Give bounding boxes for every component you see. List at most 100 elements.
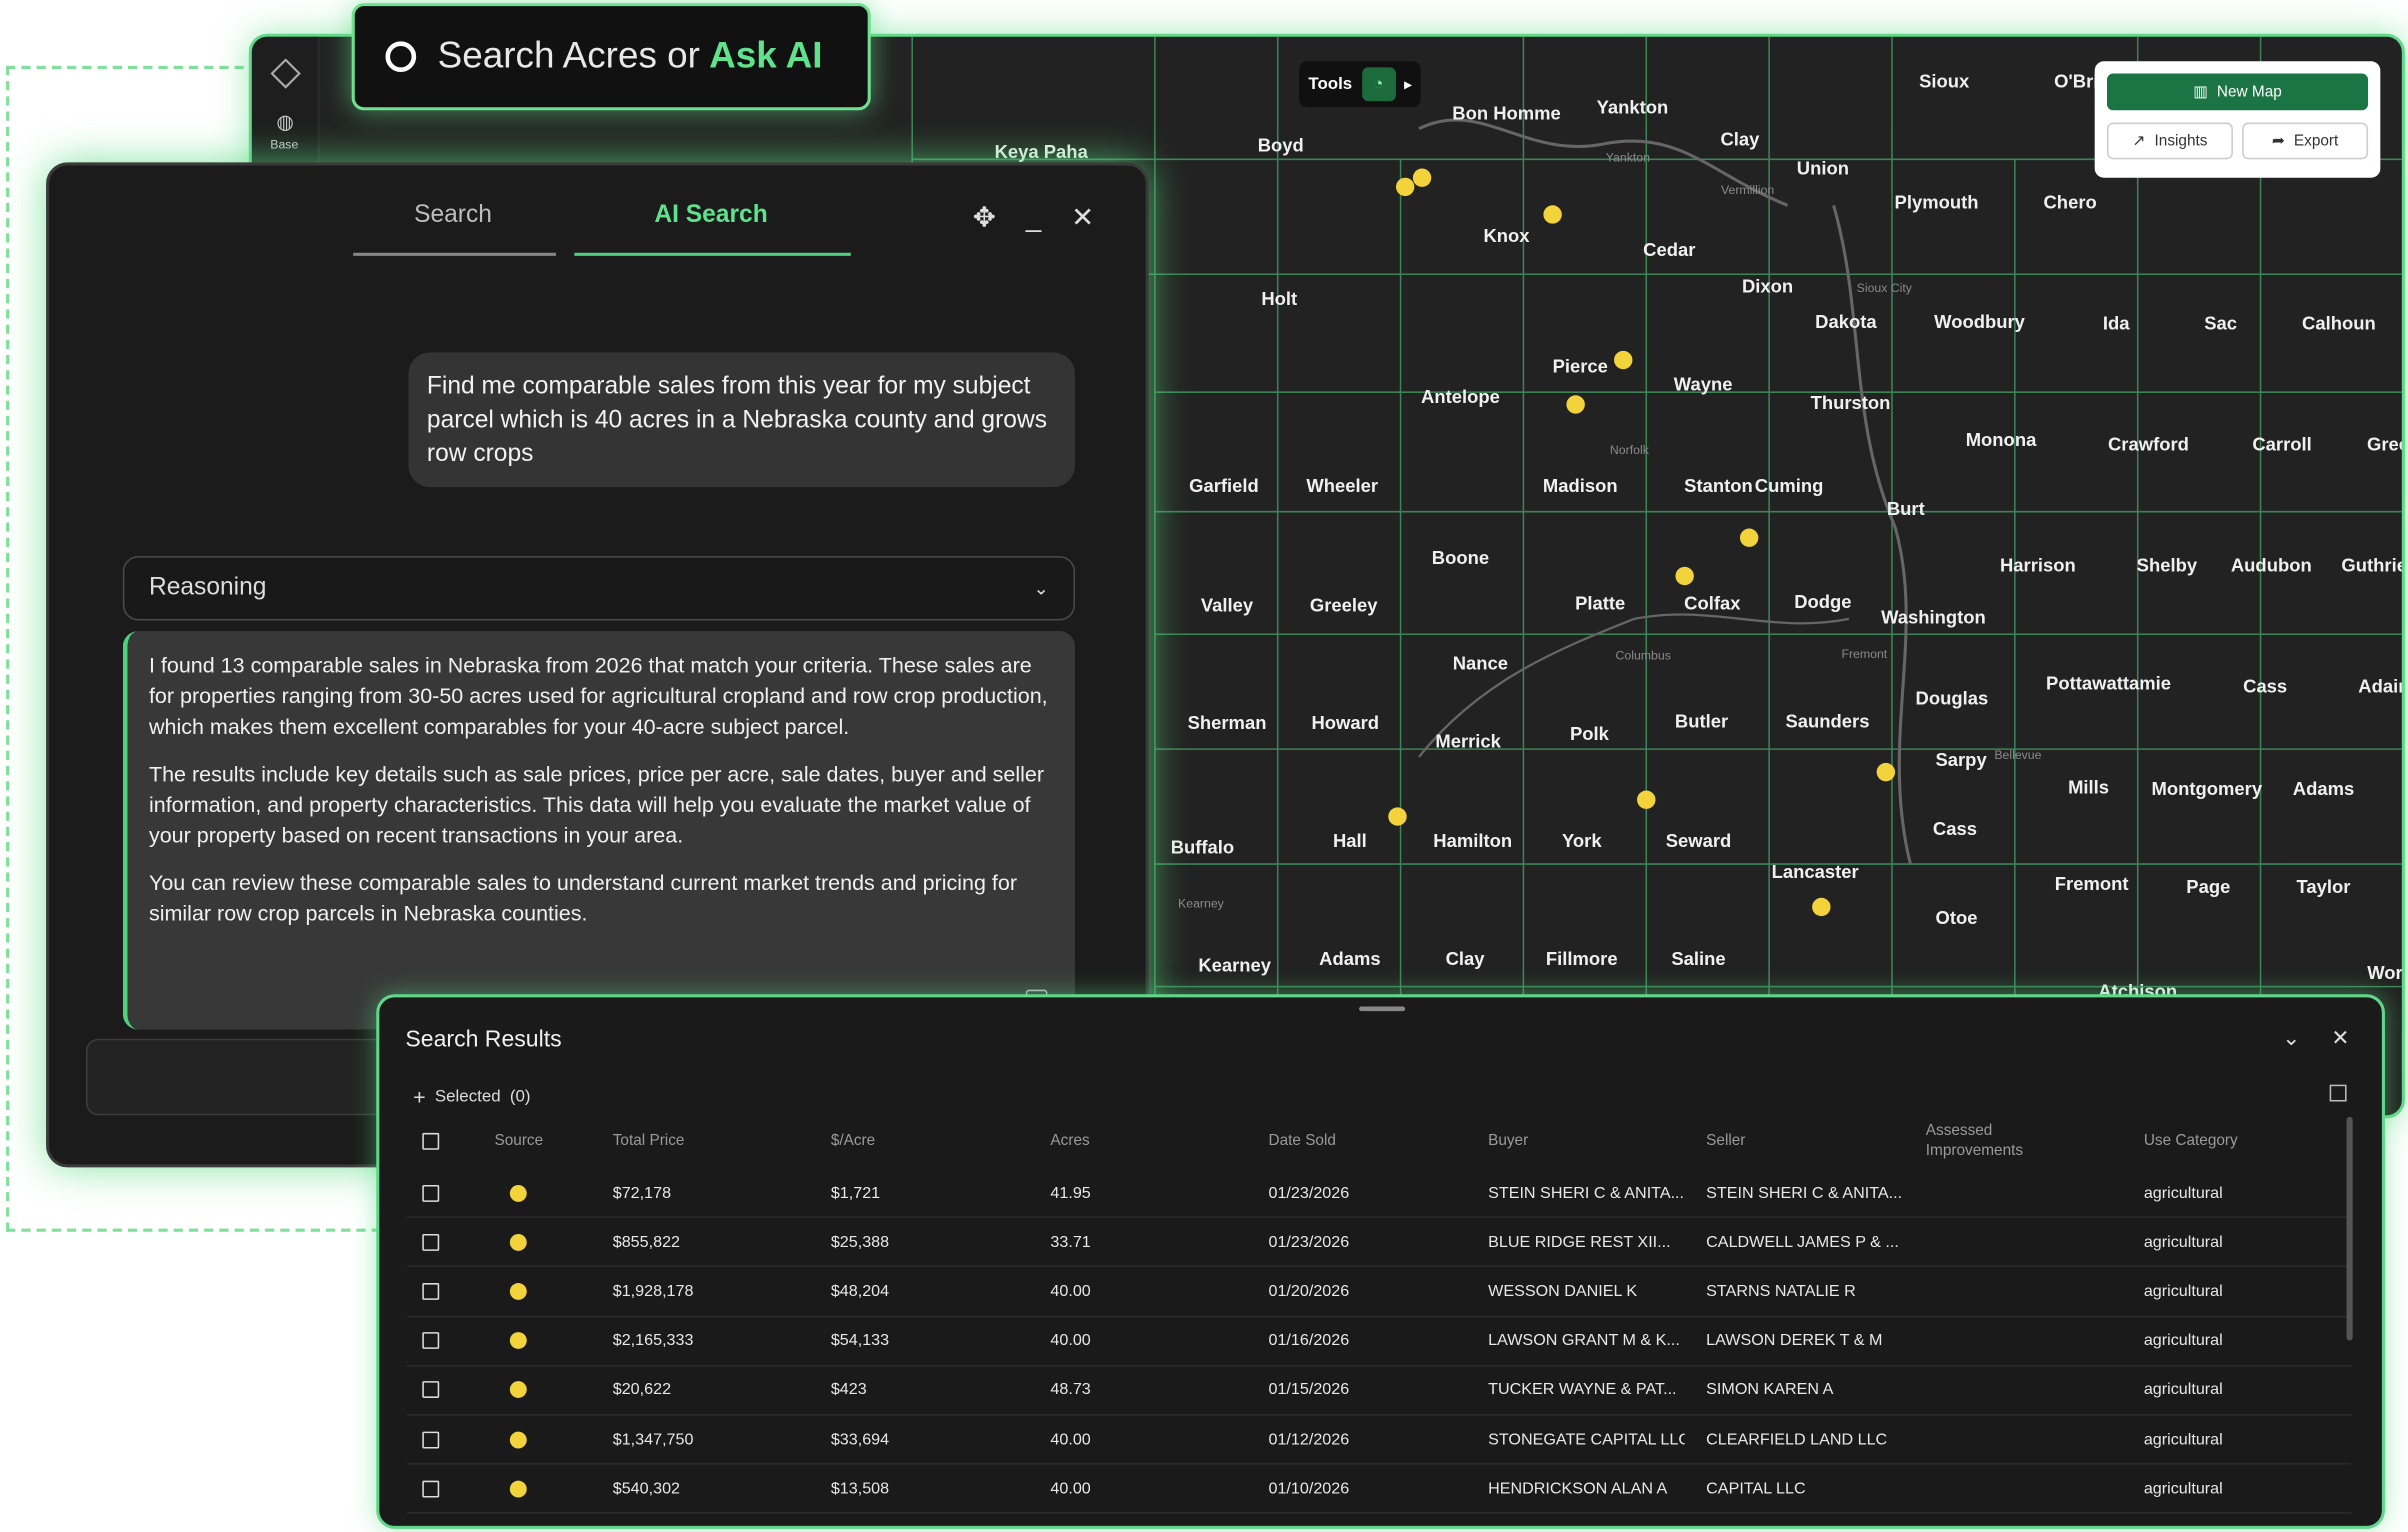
county-label: Harrison xyxy=(1999,554,2076,577)
table-row[interactable]: $855,822 $25,388 33.71 01/23/2026 BLUE RIDGE… xyxy=(406,1218,2352,1268)
col-per-acre[interactable]: $/Acre xyxy=(831,1133,875,1150)
cell-use: agricultural xyxy=(2143,1479,2223,1498)
row-checkbox[interactable] xyxy=(422,1233,440,1251)
cell-per-acre: $13,508 xyxy=(830,1479,890,1498)
table-row[interactable]: $20,622 $423 48.73 01/15/2026 TUCKER WAYNE &… xyxy=(406,1366,2352,1416)
cell-total-price: $1,347,750 xyxy=(612,1430,694,1449)
county-label: Hall xyxy=(1332,830,1367,852)
results-title: Search Results xyxy=(405,1026,562,1053)
county-label: Calhoun xyxy=(2302,312,2376,334)
col-seller[interactable]: Seller xyxy=(1706,1133,1745,1150)
cell-per-acre: $423 xyxy=(830,1380,867,1400)
sale-marker[interactable] xyxy=(1675,566,1694,586)
select-all-checkbox[interactable] xyxy=(422,1132,440,1150)
county-label: Plymouth xyxy=(1894,191,1979,213)
sale-marker[interactable] xyxy=(1614,350,1633,370)
table-row[interactable]: $540,302 $13,508 40.00 01/10/2026 HENDRICKSO… xyxy=(406,1465,2352,1515)
county-label: Merrick xyxy=(1435,730,1501,753)
county-label: Audubon xyxy=(2230,554,2312,577)
search-bar[interactable]: Search Acres or Ask AI xyxy=(351,3,871,111)
county-label: Yankton xyxy=(1596,96,1669,118)
col-total-price[interactable]: Total Price xyxy=(613,1133,685,1150)
tab-search[interactable]: Search xyxy=(353,202,553,230)
row-checkbox[interactable] xyxy=(422,1381,440,1399)
minimize-icon[interactable]: _ xyxy=(1017,202,1051,234)
sale-marker[interactable] xyxy=(1388,807,1407,826)
row-checkbox[interactable] xyxy=(422,1430,440,1448)
globe-icon[interactable]: ◍ xyxy=(276,110,293,135)
insights-button[interactable]: ↗ Insights xyxy=(2106,122,2233,160)
table-row[interactable]: $1,928,178 $48,204 40.00 01/20/2026 WESSON D… xyxy=(406,1268,2352,1317)
source-dot xyxy=(509,1332,527,1350)
county-label: Buffalo xyxy=(1170,836,1235,858)
cell-acres: 33.71 xyxy=(1050,1232,1091,1252)
cell-total-price: $1,928,178 xyxy=(612,1282,694,1301)
results-table: Source Total Price $/Acre Acres Date Sol… xyxy=(406,1114,2352,1515)
sale-marker[interactable] xyxy=(1566,395,1585,414)
county-label: Burt xyxy=(1886,497,1925,520)
reasoning-toggle[interactable]: Reasoning ⌄ xyxy=(122,556,1075,621)
cell-date: 01/12/2026 xyxy=(1268,1430,1350,1449)
county-label: Monona xyxy=(1965,428,2037,451)
town-label: Fremont xyxy=(1841,647,1888,662)
search-icon xyxy=(385,41,417,73)
row-checkbox[interactable] xyxy=(422,1283,440,1300)
county-label: Gree xyxy=(2367,433,2405,456)
close-icon[interactable]: ✕ xyxy=(1066,202,1100,234)
selected-toggle[interactable]: + Selected (0) xyxy=(413,1085,530,1110)
sale-marker[interactable] xyxy=(1739,528,1759,547)
cell-use: agricultural xyxy=(2143,1232,2223,1252)
county-label: Kearney xyxy=(1198,954,1272,976)
county-label: Pottawattamie xyxy=(2046,672,2171,694)
row-checkbox[interactable] xyxy=(422,1332,440,1350)
table-row[interactable]: $72,178 $1,721 41.95 01/23/2026 STEIN SHERI … xyxy=(406,1169,2352,1219)
chevron-right-icon[interactable]: ▸ xyxy=(1404,76,1411,93)
cell-date: 01/10/2026 xyxy=(1268,1479,1350,1498)
lasso-icon[interactable]: ◔ xyxy=(1361,67,1396,102)
col-acres[interactable]: Acres xyxy=(1050,1133,1089,1150)
cell-buyer: STEIN SHERI C & ANITA... xyxy=(1488,1183,1685,1202)
share-icon: ➦ xyxy=(2271,132,2285,150)
source-dot xyxy=(509,1381,527,1399)
row-checkbox[interactable] xyxy=(422,1480,440,1498)
tab-ai-search[interactable]: AI Search xyxy=(574,202,847,230)
table-row[interactable]: $2,165,333 $54,133 40.00 01/16/2026 LAWSON G… xyxy=(406,1317,2352,1367)
export-button[interactable]: ➦ Export xyxy=(2242,122,2369,160)
sale-marker[interactable] xyxy=(1395,177,1415,197)
col-source[interactable]: Source xyxy=(494,1133,543,1150)
county-label: Shelby xyxy=(2136,554,2198,577)
sale-marker[interactable] xyxy=(1637,790,1656,809)
col-date-sold[interactable]: Date Sold xyxy=(1268,1133,1335,1150)
sale-marker[interactable] xyxy=(1543,205,1562,224)
close-results-icon[interactable]: ✕ xyxy=(2330,1025,2352,1051)
county-label: Platte xyxy=(1575,592,1626,615)
county-label: Adams xyxy=(1319,948,1381,970)
columns-icon[interactable] xyxy=(2329,1084,2347,1102)
tab-search-underline xyxy=(353,252,556,256)
drag-handle[interactable] xyxy=(1359,1006,1406,1012)
table-scrollbar[interactable] xyxy=(2346,1116,2353,1341)
sale-marker[interactable] xyxy=(1812,897,1831,917)
collapse-icon[interactable]: ⌄ xyxy=(2281,1025,2302,1051)
move-icon[interactable]: ✥ xyxy=(967,202,1001,234)
col-use-category[interactable]: Use Category xyxy=(2144,1133,2238,1150)
layers-icon[interactable] xyxy=(270,58,301,89)
sale-marker[interactable] xyxy=(1412,168,1432,187)
new-map-button[interactable]: ▥ New Map xyxy=(2106,73,2369,111)
col-buyer[interactable]: Buyer xyxy=(1488,1133,1528,1150)
table-row[interactable]: $1,347,750 $33,694 40.00 01/12/2026 STONEGAT… xyxy=(406,1415,2352,1465)
export-label: Export xyxy=(2293,132,2339,150)
col-assessed-improvements[interactable]: Assessed Improvements xyxy=(1926,1121,2064,1161)
county-label: Otoe xyxy=(1935,906,1978,929)
cell-buyer: HENDRICKSON ALAN A xyxy=(1488,1479,1668,1498)
cell-acres: 48.73 xyxy=(1050,1380,1091,1400)
cell-use: agricultural xyxy=(2143,1282,2223,1301)
row-checkbox[interactable] xyxy=(422,1184,440,1202)
cell-per-acre: $54,133 xyxy=(830,1331,890,1350)
county-label: Dixon xyxy=(1741,275,1794,298)
sale-marker[interactable] xyxy=(1876,762,1896,782)
ask-ai-label[interactable]: Ask AI xyxy=(709,35,822,78)
map-icon: ▥ xyxy=(2193,83,2208,101)
map-toolbar[interactable]: Tools ◔ ▸ xyxy=(1299,61,1421,108)
county-label: Cedar xyxy=(1643,238,1696,261)
